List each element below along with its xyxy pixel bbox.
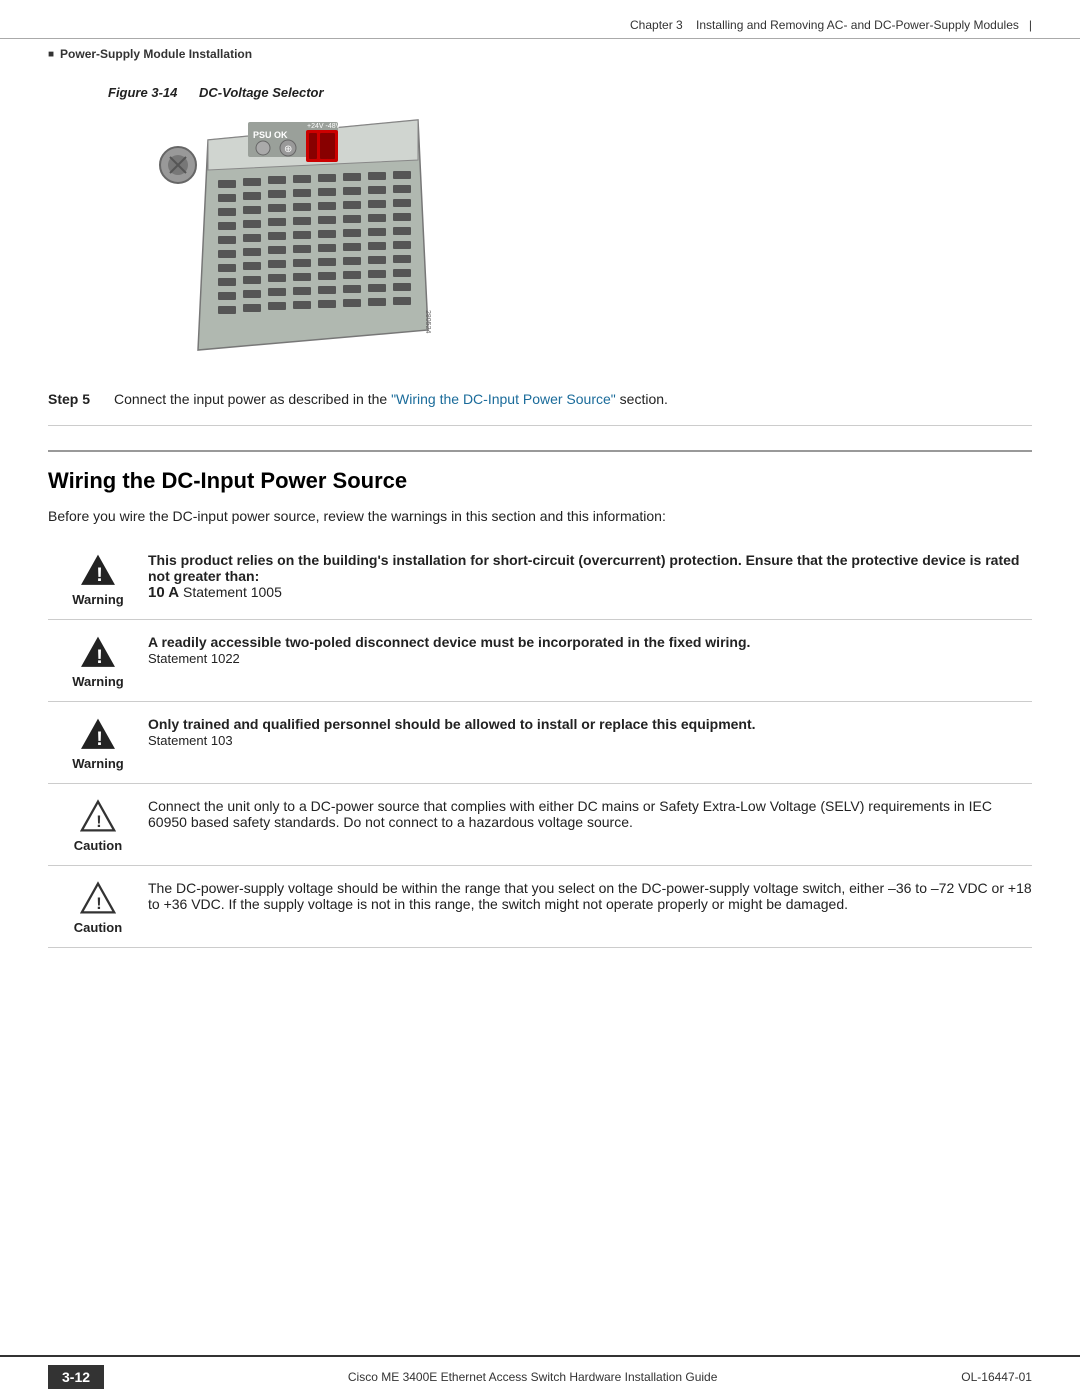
warning-content-2: A readily accessible two-poled disconnec… [148,632,1032,666]
warning-icon-1: ! [80,552,116,588]
notice-row-4: ! Caution Connect the unit only to a DC-… [48,784,1032,866]
caution-icon-1: ! [80,798,116,834]
step-text: Connect the input power as described in … [114,391,668,407]
device-image: PSU OK ⊕ +24V -48V 280524 [148,110,1032,363]
warning-icon-2: ! [80,634,116,670]
chapter-info: Chapter 3 Installing and Removing AC- an… [630,18,1032,32]
warning-main-1: This product relies on the building's in… [148,552,1019,584]
caution-main-2: The DC-power-supply voltage should be wi… [148,880,1032,912]
svg-text:!: ! [96,728,103,750]
page-footer: 3-12 Cisco ME 3400E Ethernet Access Swit… [0,1355,1080,1397]
notice-row-5: ! Caution The DC-power-supply voltage sh… [48,866,1032,948]
figure-caption: Figure 3-14 DC-Voltage Selector [108,85,1032,100]
warning-icon-3: ! [80,716,116,752]
caution-label-1: Caution [74,838,122,853]
warning-main-2: A readily accessible two-poled disconnec… [148,634,750,650]
notice-row-2: ! Warning A readily accessible two-poled… [48,620,1032,702]
warning-content-3: Only trained and qualified personnel sho… [148,714,1032,748]
figure-number: Figure 3-14 [108,85,177,100]
chapter-label: Chapter 3 [630,18,683,32]
warning-label-2: Warning [72,674,124,689]
section-heading: Wiring the DC-Input Power Source [48,450,1032,494]
caution-icon-2: ! [80,880,116,916]
caution-main-1: Connect the unit only to a DC-power sour… [148,798,992,830]
footer-ol-code: OL-16447-01 [961,1370,1032,1384]
warning-label-1: Warning [72,592,124,607]
caution-content-1: Connect the unit only to a DC-power sour… [148,796,1032,830]
breadcrumb-text: Power-Supply Module Installation [60,47,252,61]
svg-text:!: ! [96,646,103,668]
step-link[interactable]: "Wiring the DC-Input Power Source" [391,391,616,407]
caution-content-2: The DC-power-supply voltage should be wi… [148,878,1032,912]
footer-guide-title: Cisco ME 3400E Ethernet Access Switch Ha… [348,1370,718,1384]
warning-statement-2: Statement 1022 [148,651,240,666]
chapter-title: Installing and Removing AC- and DC-Power… [696,18,1019,32]
notice-icon-col-5: ! Caution [48,878,148,935]
notice-icon-col-1: ! Warning [48,550,148,607]
figure-title: DC-Voltage Selector [199,85,324,100]
footer-page-num: 3-12 [48,1365,104,1389]
warning-statement-3: Statement 103 [148,733,233,748]
step-text-after: section. [616,391,668,407]
svg-text:PSU OK: PSU OK [253,130,288,140]
page-header: Chapter 3 Installing and Removing AC- an… [0,0,1080,39]
step-row: Step 5 Connect the input power as descri… [48,381,1032,426]
notice-icon-col-2: ! Warning [48,632,148,689]
svg-text:+24V -48V: +24V -48V [307,123,341,130]
notice-row-3: ! Warning Only trained and qualified per… [48,702,1032,784]
warning-main-3: Only trained and qualified personnel sho… [148,716,756,732]
breadcrumb: Power-Supply Module Installation [0,39,1080,65]
svg-text:280524: 280524 [424,310,431,333]
svg-text:!: ! [96,564,103,586]
notice-icon-col-3: ! Warning [48,714,148,771]
notice-row-1: ! Warning This product relies on the bui… [48,538,1032,620]
caution-label-2: Caution [74,920,122,935]
warning-label-3: Warning [72,756,124,771]
figure-section: Figure 3-14 DC-Voltage Selector [108,85,1032,363]
svg-text:⊕: ⊕ [284,144,292,155]
svg-text:!: ! [96,813,101,831]
step-text-before: Connect the input power as described in … [114,391,391,407]
notice-icon-col-4: ! Caution [48,796,148,853]
main-content: Figure 3-14 DC-Voltage Selector [0,65,1080,948]
warning-sub-1: 10 A Statement 1005 [148,584,282,600]
warning-content-1: This product relies on the building's in… [148,550,1032,601]
step-label: Step 5 [48,391,98,407]
section-intro: Before you wire the DC-input power sourc… [48,508,1032,524]
svg-text:!: ! [96,895,101,913]
